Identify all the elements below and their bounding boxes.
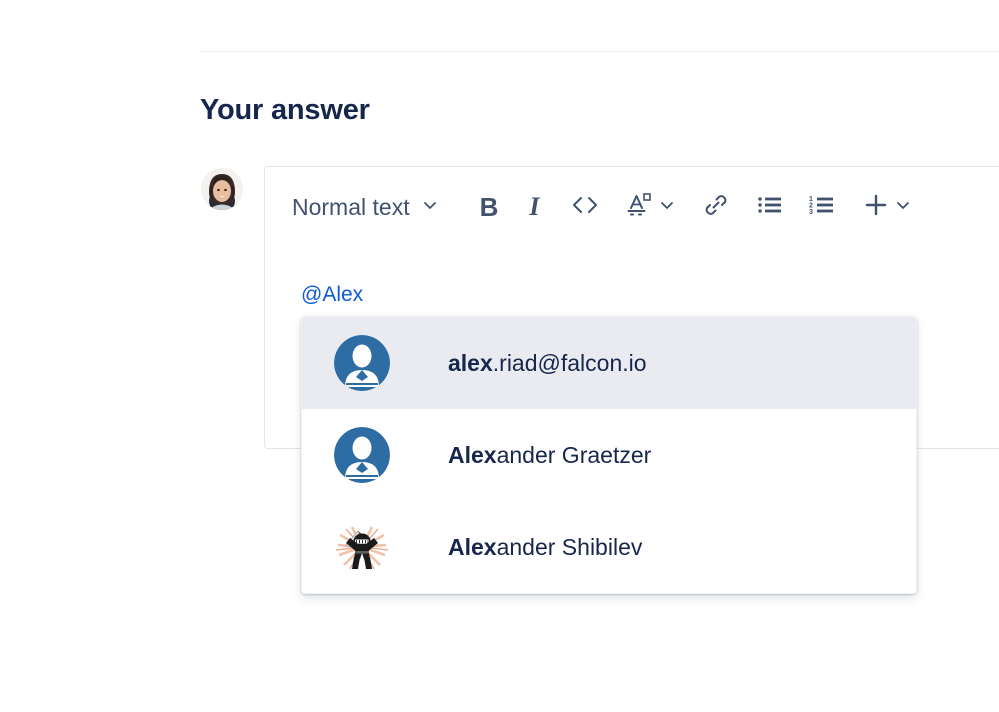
avatar [334,335,390,391]
top-divider [200,51,999,52]
list-item-rest: ander Graetzer [496,441,652,468]
text-color-icon [627,191,653,224]
avatar [334,427,390,483]
default-person-avatar [334,427,390,483]
code-button[interactable] [571,187,599,227]
link-icon [703,192,729,223]
editor-toolbar: Normal text B I 1 2 3 [265,167,911,247]
list-item-label: Alexander Shibilev [448,533,643,560]
link-button[interactable] [703,187,729,227]
bold-button[interactable]: B [480,187,499,227]
plus-icon [863,192,889,223]
mention-suggestion-menu[interactable]: alex.riad@falcon.io Alexander Graetzer A… [301,316,917,594]
bold-icon: B [479,192,499,222]
list-item-match: alex [448,349,493,376]
italic-icon: I [529,192,540,221]
numbered-list-button[interactable]: 1 2 3 [809,187,835,227]
list-item-rest: ander Shibilev [496,533,643,560]
list-item-match: Alex [448,533,497,560]
chevron-down-icon [659,197,675,218]
text-color-button[interactable] [627,187,675,227]
ninja-avatar [334,519,390,575]
list-item-label: Alexander Graetzer [448,441,652,468]
italic-button[interactable]: I [526,187,542,227]
numbered-list-icon: 1 2 3 [809,194,835,221]
list-item[interactable]: Alexander Graetzer [302,409,916,501]
chevron-down-icon [895,197,911,218]
editor-content-area[interactable]: @Alex [301,282,363,307]
text-style-select[interactable]: Normal text [292,187,448,227]
bullet-list-icon [757,194,783,221]
chevron-down-icon [422,197,438,218]
page-title: Your answer [200,94,370,126]
user-photo-avatar [201,168,243,210]
insert-button[interactable] [863,187,911,227]
list-item[interactable]: Alexander Shibilev [302,501,916,593]
author-avatar [201,168,243,210]
mention-token: @Alex [301,283,364,306]
list-item-match: Alex [448,441,497,468]
avatar [334,519,390,575]
code-icon [571,194,599,221]
bullet-list-button[interactable] [757,187,783,227]
list-item[interactable]: alex.riad@falcon.io [302,317,916,409]
text-style-label: Normal text [292,193,410,220]
list-item-rest: .riad@falcon.io [492,349,647,376]
svg-text:3: 3 [809,209,813,216]
list-item-label: alex.riad@falcon.io [448,349,647,376]
default-person-avatar [334,335,390,391]
